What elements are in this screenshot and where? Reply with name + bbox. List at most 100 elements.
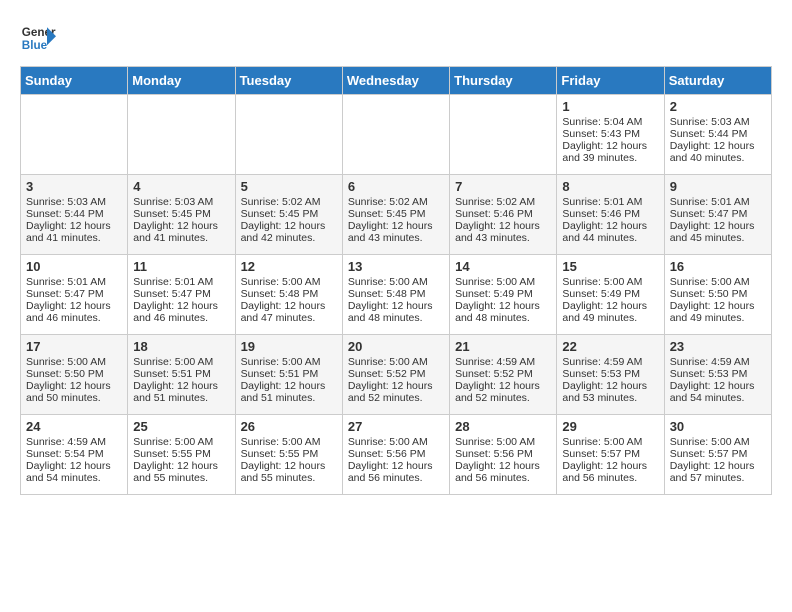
day-cell: 17Sunrise: 5:00 AMSunset: 5:50 PMDayligh…: [21, 335, 128, 415]
week-row-4: 17Sunrise: 5:00 AMSunset: 5:50 PMDayligh…: [21, 335, 772, 415]
day-cell: 24 Sunrise: 4:59 AMSunset: 5:54 PMDayligh…: [21, 415, 128, 495]
day-number: 14: [455, 259, 551, 274]
day-cell: 19Sunrise: 5:00 AMSunset: 5:51 PMDayligh…: [235, 335, 342, 415]
daylight-text: Daylight: 12 hours and 56 minutes.: [455, 460, 540, 484]
page-header: General Blue: [20, 20, 772, 56]
daylight-text: Daylight: 12 hours and 54 minutes.: [26, 460, 111, 484]
sunset-text: Sunset: 5:43 PM: [562, 128, 640, 140]
sunrise-text: Sunrise: 5:03 AM: [670, 116, 750, 128]
sunrise-text: Sunrise: 4:59 AM: [562, 356, 642, 368]
sunrise-text: Sunrise: 5:02 AM: [348, 196, 428, 208]
sunset-text: Sunset: 5:53 PM: [670, 368, 748, 380]
daylight-text: Daylight: 12 hours and 56 minutes.: [348, 460, 433, 484]
calendar-table: SundayMondayTuesdayWednesdayThursdayFrid…: [20, 66, 772, 495]
svg-text:Blue: Blue: [22, 39, 48, 52]
day-cell: 20Sunrise: 5:00 AMSunset: 5:52 PMDayligh…: [342, 335, 449, 415]
daylight-text: Daylight: 12 hours and 51 minutes.: [241, 380, 326, 404]
day-header-sunday: Sunday: [21, 67, 128, 95]
sunrise-text: Sunrise: 5:01 AM: [562, 196, 642, 208]
sunset-text: Sunset: 5:54 PM: [26, 448, 104, 460]
daylight-text: Daylight: 12 hours and 51 minutes.: [133, 380, 218, 404]
daylight-text: Daylight: 12 hours and 55 minutes.: [241, 460, 326, 484]
day-cell: [450, 95, 557, 175]
sunrise-text: Sunrise: 5:00 AM: [455, 436, 535, 448]
sunrise-text: Sunrise: 5:00 AM: [348, 276, 428, 288]
day-cell: 25Sunrise: 5:00 AMSunset: 5:55 PMDayligh…: [128, 415, 235, 495]
sunrise-text: Sunrise: 5:00 AM: [241, 356, 321, 368]
day-cell: 14Sunrise: 5:00 AMSunset: 5:49 PMDayligh…: [450, 255, 557, 335]
day-number: 17: [26, 339, 122, 354]
daylight-text: Daylight: 12 hours and 57 minutes.: [670, 460, 755, 484]
sunrise-text: Sunrise: 5:00 AM: [133, 436, 213, 448]
week-row-3: 10 Sunrise: 5:01 AM Sunset: 5:47 PM Dayligh…: [21, 255, 772, 335]
day-number: 8: [562, 179, 658, 194]
sunset-text: Sunset: 5:44 PM: [670, 128, 748, 140]
sunset-text: Sunset: 5:57 PM: [670, 448, 748, 460]
day-cell: 28Sunrise: 5:00 AMSunset: 5:56 PMDayligh…: [450, 415, 557, 495]
day-number: 25: [133, 419, 229, 434]
daylight-text: Daylight: 12 hours and 55 minutes.: [133, 460, 218, 484]
daylight-text: Daylight: 12 hours and 54 minutes.: [670, 380, 755, 404]
sunset-text: Sunset: 5:52 PM: [348, 368, 426, 380]
day-cell: 22Sunrise: 4:59 AMSunset: 5:53 PMDayligh…: [557, 335, 664, 415]
day-number: 16: [670, 259, 766, 274]
day-cell: 23Sunrise: 4:59 AMSunset: 5:53 PMDayligh…: [664, 335, 771, 415]
day-number: 2: [670, 99, 766, 114]
day-cell: 10Sunrise: 5:01 AMSunset: 5:47 PMDayligh…: [21, 255, 128, 335]
sunrise-text: Sunrise: 5:00 AM: [26, 356, 106, 368]
day-cell: 3Sunrise: 5:03 AMSunset: 5:44 PMDaylight…: [21, 175, 128, 255]
sunset-text: Sunset: 5:49 PM: [562, 288, 640, 300]
daylight-text: Daylight: 12 hours and 44 minutes.: [562, 220, 647, 244]
sunrise-text: Sunrise: 5:04 AM: [562, 116, 642, 128]
sunrise-text: Sunrise: 5:00 AM: [241, 276, 321, 288]
daylight-text: Daylight: 12 hours and 40 minutes.: [670, 140, 755, 164]
daylight-text: Daylight: 12 hours and 39 minutes.: [562, 140, 647, 164]
daylight-text: Daylight: 12 hours and 48 minutes.: [455, 300, 540, 324]
daylight-text: Daylight: 12 hours and 46 minutes.: [26, 300, 111, 324]
day-number: 23: [670, 339, 766, 354]
day-header-saturday: Saturday: [664, 67, 771, 95]
day-number: 10: [26, 259, 122, 274]
sunrise-text: Sunrise: 4:59 AM: [455, 356, 535, 368]
day-cell: 27Sunrise: 5:00 AMSunset: 5:56 PMDayligh…: [342, 415, 449, 495]
day-number: 12: [241, 259, 337, 274]
day-number: 6: [348, 179, 444, 194]
sunset-text: Sunset: 5:52 PM: [455, 368, 533, 380]
day-cell: 16Sunrise: 5:00 AMSunset: 5:50 PMDayligh…: [664, 255, 771, 335]
logo-icon: General Blue: [20, 20, 56, 56]
day-cell: 6Sunrise: 5:02 AMSunset: 5:45 PMDaylight…: [342, 175, 449, 255]
sunrise-text: Sunrise: 5:03 AM: [133, 196, 213, 208]
daylight-text: Daylight: 12 hours and 53 minutes.: [562, 380, 647, 404]
sunset-text: Sunset: 5:47 PM: [133, 288, 211, 300]
day-cell: 2 Sunrise: 5:03 AMSunset: 5:44 PMDaylight…: [664, 95, 771, 175]
daylight-text: Daylight: 12 hours and 41 minutes.: [133, 220, 218, 244]
day-number: 9: [670, 179, 766, 194]
sunrise-text: Sunrise: 5:00 AM: [348, 356, 428, 368]
day-number: 1: [562, 99, 658, 114]
day-number: 30: [670, 419, 766, 434]
day-number: 24: [26, 419, 122, 434]
day-cell: 30 Sunrise: 5:00 AMSunset: 5:57 PMDayligh…: [664, 415, 771, 495]
daylight-text: Daylight: 12 hours and 49 minutes.: [670, 300, 755, 324]
day-cell: 7Sunrise: 5:02 AMSunset: 5:46 PMDaylight…: [450, 175, 557, 255]
day-cell: 21Sunrise: 4:59 AMSunset: 5:52 PMDayligh…: [450, 335, 557, 415]
sunset-text: Sunset: 5:45 PM: [348, 208, 426, 220]
daylight-text: Daylight: 12 hours and 42 minutes.: [241, 220, 326, 244]
sunrise-text: Sunrise: 5:01 AM: [26, 276, 106, 288]
sunset-text: Sunset: 5:45 PM: [133, 208, 211, 220]
sunrise-text: Sunrise: 4:59 AM: [26, 436, 106, 448]
day-number: 7: [455, 179, 551, 194]
day-cell: [128, 95, 235, 175]
sunset-text: Sunset: 5:47 PM: [670, 208, 748, 220]
day-number: 18: [133, 339, 229, 354]
day-cell: 11Sunrise: 5:01 AMSunset: 5:47 PMDayligh…: [128, 255, 235, 335]
day-number: 5: [241, 179, 337, 194]
sunset-text: Sunset: 5:50 PM: [26, 368, 104, 380]
day-number: 20: [348, 339, 444, 354]
sunrise-text: Sunrise: 5:00 AM: [241, 436, 321, 448]
sunrise-text: Sunrise: 5:00 AM: [670, 436, 750, 448]
daylight-text: Daylight: 12 hours and 45 minutes.: [670, 220, 755, 244]
sunset-text: Sunset: 5:46 PM: [455, 208, 533, 220]
daylight-text: Daylight: 12 hours and 56 minutes.: [562, 460, 647, 484]
day-cell: 5Sunrise: 5:02 AMSunset: 5:45 PMDaylight…: [235, 175, 342, 255]
